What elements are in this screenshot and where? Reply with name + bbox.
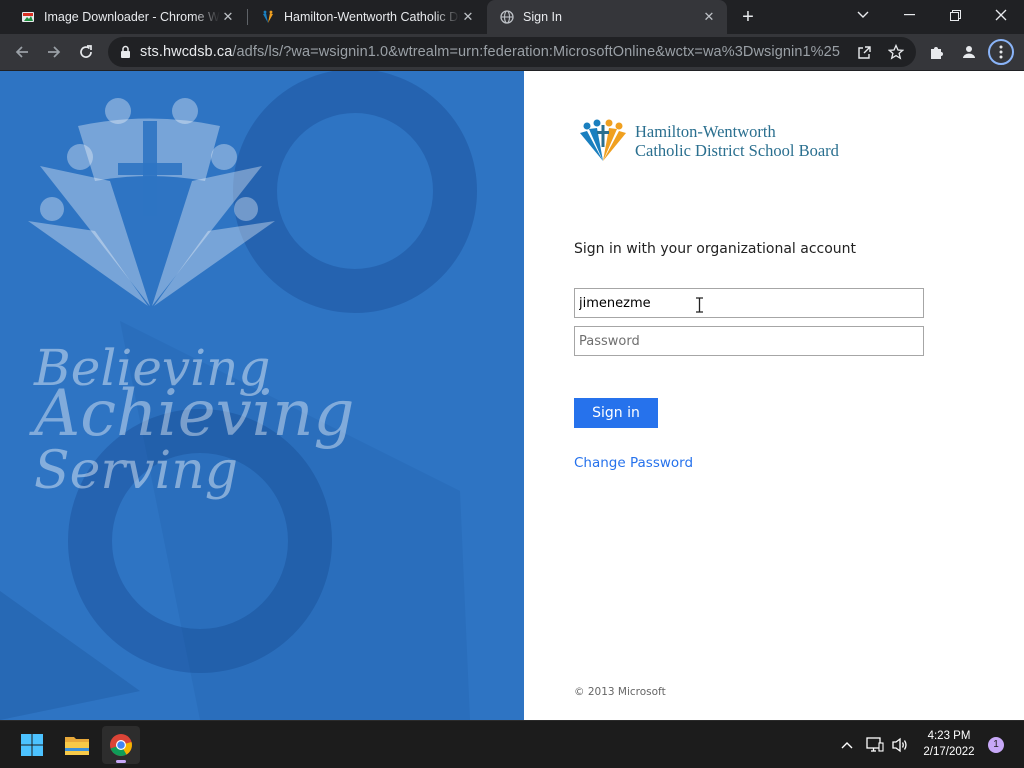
close-tab-icon[interactable]: ✕ xyxy=(220,9,236,25)
page-content: Believing Achieving Serving Hamilton-Wen… xyxy=(0,71,1024,720)
hwcdsb-logo-icon xyxy=(580,119,626,161)
copyright-text: © 2013 Microsoft xyxy=(574,686,666,698)
notification-badge[interactable]: 1 xyxy=(988,737,1004,753)
tab-hwcdsb[interactable]: Hamilton-Wentworth Catholic Di ✕ xyxy=(248,0,486,34)
puzzle-icon xyxy=(931,47,943,59)
windows-start-icon xyxy=(21,734,43,756)
text-cursor-icon xyxy=(696,297,703,313)
sign-in-button[interactable]: Sign in xyxy=(574,398,658,428)
motto: Believing Achieving Serving xyxy=(0,71,524,720)
windows-taskbar: 4:23 PM 2/17/2022 1 xyxy=(0,720,1024,768)
arrow-left-icon xyxy=(15,46,28,58)
tab-search-button[interactable] xyxy=(840,0,886,30)
volume-button[interactable] xyxy=(891,736,909,754)
active-app-indicator xyxy=(116,760,126,763)
browser-toolbar: sts.hwcdsb.ca/adfs/ls/?wa=wsignin1.0&wtr… xyxy=(0,34,1024,71)
browser-tab-strip: Image Downloader - Chrome We ✕ Hamilton-… xyxy=(0,0,1024,34)
file-explorer-icon xyxy=(65,737,89,755)
arrow-right-icon xyxy=(48,46,61,58)
image-downloader-icon xyxy=(20,9,36,25)
network-icon xyxy=(866,737,884,752)
show-hidden-icons-button[interactable] xyxy=(838,736,856,754)
illustration-panel: Believing Achieving Serving xyxy=(0,71,524,720)
restore-button[interactable] xyxy=(932,0,978,30)
reload-button[interactable] xyxy=(73,39,99,65)
share-icon[interactable] xyxy=(856,44,872,60)
kebab-menu-icon xyxy=(999,45,1003,59)
close-tab-icon[interactable]: ✕ xyxy=(701,9,717,25)
url-host: sts.hwcdsb.ca xyxy=(140,44,233,60)
close-window-button[interactable] xyxy=(978,0,1024,30)
file-explorer-button[interactable] xyxy=(58,726,96,764)
globe-icon xyxy=(499,9,515,25)
motto-line: Achieving xyxy=(34,377,355,451)
url-path: /adfs/ls/?wa=wsignin1.0&wtrealm=urn:fede… xyxy=(232,44,840,60)
url-text[interactable]: sts.hwcdsb.ca/adfs/ls/?wa=wsignin1.0&wtr… xyxy=(140,44,840,60)
chevron-down-icon xyxy=(857,11,869,18)
username-field[interactable] xyxy=(574,288,924,318)
clock-time: 4:23 PM xyxy=(927,730,971,742)
tab-title: Hamilton-Wentworth Catholic Di xyxy=(284,10,460,24)
profile-button[interactable] xyxy=(956,39,982,65)
chrome-icon xyxy=(110,734,132,756)
taskbar-clock[interactable]: 4:23 PM 2/17/2022 xyxy=(914,728,984,760)
motto-line: Serving xyxy=(34,441,239,501)
school-board-logo: Hamilton-Wentworth Catholic District Sch… xyxy=(577,119,839,163)
address-bar[interactable]: sts.hwcdsb.ca/adfs/ls/?wa=wsignin1.0&wtr… xyxy=(108,37,916,67)
password-field[interactable] xyxy=(574,326,924,356)
reload-icon xyxy=(80,45,92,58)
extensions-button[interactable] xyxy=(924,39,950,65)
clock-date: 2/17/2022 xyxy=(923,746,975,758)
close-tab-icon[interactable]: ✕ xyxy=(460,9,476,25)
network-button[interactable] xyxy=(866,736,884,754)
lock-icon[interactable] xyxy=(120,45,134,59)
minimize-icon xyxy=(903,14,915,16)
forward-button[interactable] xyxy=(41,39,67,65)
login-panel: Hamilton-Wentworth Catholic District Sch… xyxy=(524,71,1024,720)
speaker-icon xyxy=(892,737,907,753)
tab-title: Image Downloader - Chrome We xyxy=(44,10,220,24)
tab-sign-in[interactable]: Sign In ✕ xyxy=(487,0,727,34)
start-button[interactable] xyxy=(13,726,51,764)
close-icon xyxy=(995,9,1007,21)
logo-text-line2: Catholic District School Board xyxy=(635,141,839,160)
chrome-taskbar-button[interactable] xyxy=(102,726,140,764)
chevron-up-icon xyxy=(841,742,853,749)
logo-text-line1: Hamilton-Wentworth xyxy=(635,122,776,141)
change-password-link[interactable]: Change Password xyxy=(574,455,693,471)
restore-icon xyxy=(949,9,961,21)
back-button[interactable] xyxy=(9,39,35,65)
profile-icon xyxy=(963,46,975,58)
new-tab-button[interactable]: + xyxy=(737,6,759,28)
tab-title: Sign In xyxy=(523,10,562,24)
logo-text: Hamilton-Wentworth Catholic District Sch… xyxy=(635,122,839,160)
signin-heading: Sign in with your organizational account xyxy=(574,241,857,257)
minimize-button[interactable] xyxy=(886,0,932,30)
tab-image-downloader[interactable]: Image Downloader - Chrome We ✕ xyxy=(8,0,246,34)
hwcdsb-logo-icon xyxy=(260,9,276,25)
chrome-menu-button[interactable] xyxy=(988,39,1014,65)
bookmark-star-icon[interactable] xyxy=(888,44,904,60)
